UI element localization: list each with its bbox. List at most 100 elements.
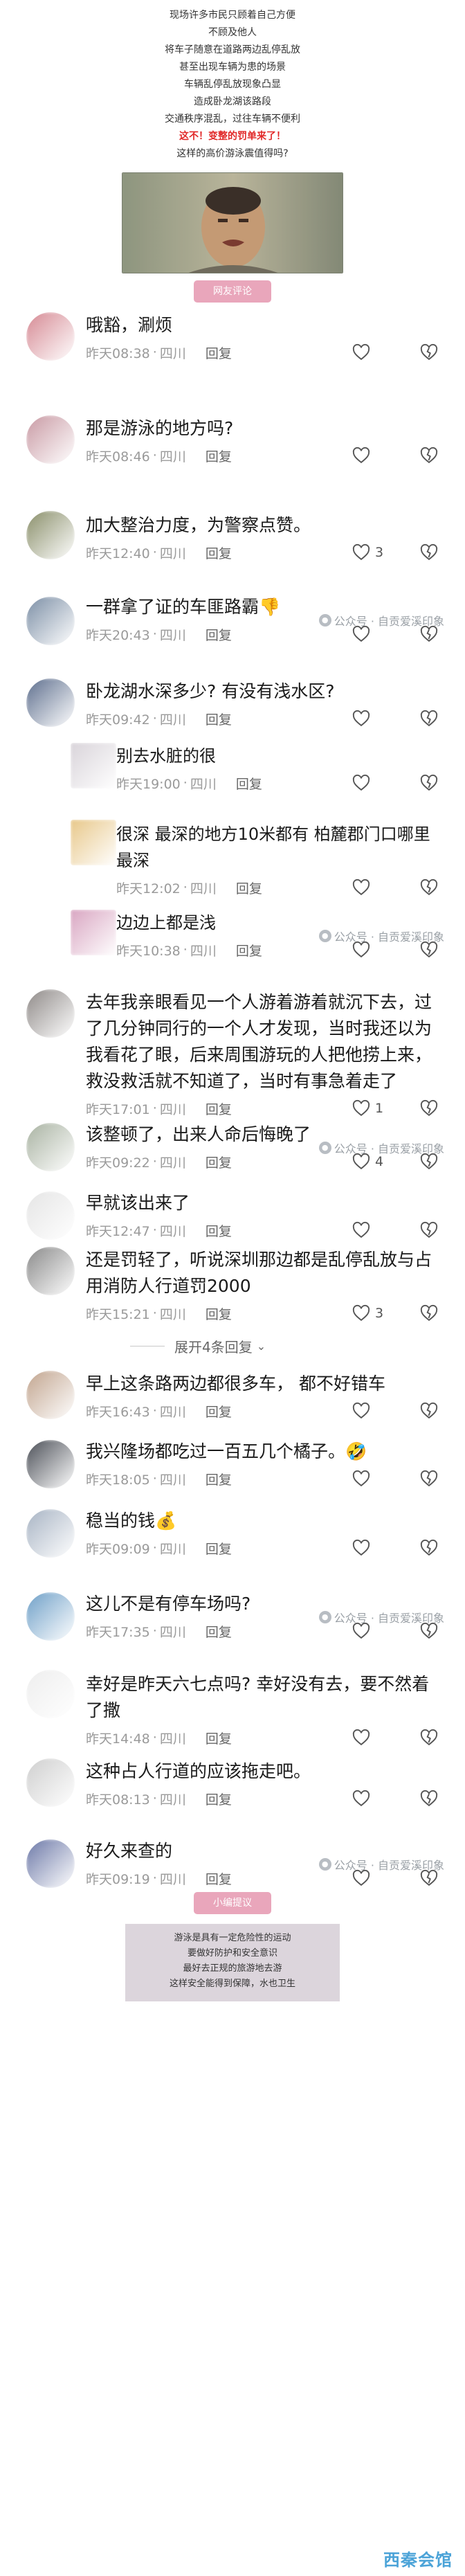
reply-button[interactable]: 回复	[206, 1869, 232, 1888]
dislike-button[interactable]	[419, 624, 439, 644]
avatar[interactable]	[71, 820, 116, 865]
reply-button[interactable]: 回复	[206, 1153, 232, 1171]
comment-time: 昨天09:42	[86, 712, 150, 728]
dislike-button[interactable]	[419, 1099, 439, 1118]
comment-location: 四川	[159, 1624, 186, 1640]
avatar[interactable]	[26, 511, 75, 559]
reply-button[interactable]: 回复	[236, 879, 262, 897]
editor-note: 游泳是具有一定危险性的运动 要做好防护和安全意识 最好去正规的旅游地去游 这样安全能得…	[125, 1924, 340, 2001]
comment-actions	[352, 1621, 439, 1641]
avatar[interactable]	[26, 1191, 75, 1240]
reply-button[interactable]: 回复	[206, 710, 232, 728]
dislike-button[interactable]	[419, 1621, 439, 1641]
like-button[interactable]: 3	[352, 1304, 393, 1323]
reply-button[interactable]: 回复	[206, 1729, 232, 1747]
reply-button[interactable]: 回复	[236, 774, 262, 793]
like-button[interactable]	[352, 1538, 393, 1558]
dislike-button[interactable]	[419, 1401, 439, 1421]
reply-button[interactable]: 回复	[206, 1622, 232, 1641]
reply-button[interactable]: 回复	[236, 941, 262, 960]
dislike-button[interactable]	[419, 1728, 439, 1747]
dislike-button[interactable]	[419, 1469, 439, 1488]
like-button[interactable]	[352, 940, 393, 960]
meta-separator: ·	[183, 880, 188, 895]
meta-separator: ·	[152, 1306, 157, 1321]
dislike-button[interactable]	[419, 773, 439, 793]
comment-meta: 昨天09:42 · 四川 回复	[86, 705, 232, 732]
footer-section: 小编提议 游泳是具有一定危险性的运动 要做好防护和安全意识 最好去正规的旅游地去游这…	[0, 1892, 465, 2001]
reply-button[interactable]: 回复	[206, 343, 232, 362]
comment-item: 早上这条路两边都很多车， 都不好错车 昨天16:43 · 四川 回复	[0, 1361, 465, 1430]
comment-actions	[352, 1469, 439, 1488]
dislike-button[interactable]	[419, 1868, 439, 1888]
dislike-button[interactable]	[419, 1789, 439, 1808]
like-button[interactable]	[352, 624, 393, 644]
avatar[interactable]	[26, 1592, 75, 1641]
like-button[interactable]: 3	[352, 543, 393, 562]
dislike-button[interactable]	[419, 709, 439, 728]
dislike-button[interactable]	[419, 446, 439, 465]
like-button[interactable]	[352, 878, 393, 897]
reply-button[interactable]: 回复	[206, 1402, 232, 1421]
comment-time: 昨天19:00	[116, 776, 181, 792]
comment-meta: 昨天14:48 · 四川 回复	[86, 1724, 232, 1751]
like-button[interactable]	[352, 1401, 393, 1421]
avatar[interactable]	[26, 1247, 75, 1295]
broken-heart-icon	[419, 446, 439, 465]
avatar[interactable]	[26, 597, 75, 645]
like-button[interactable]	[352, 1621, 393, 1641]
broken-heart-icon	[419, 878, 439, 897]
like-button[interactable]	[352, 1728, 393, 1747]
dislike-button[interactable]	[419, 543, 439, 562]
comment-item: 那是游泳的地方吗? 昨天08:46 · 四川 回复	[0, 406, 465, 501]
avatar[interactable]	[26, 312, 75, 361]
avatar[interactable]	[71, 910, 116, 955]
like-button[interactable]	[352, 773, 393, 793]
dislike-button[interactable]	[419, 1304, 439, 1323]
avatar[interactable]	[26, 1509, 75, 1558]
avatar[interactable]	[26, 1758, 75, 1807]
avatar[interactable]	[26, 1440, 75, 1488]
reply-button[interactable]: 回复	[206, 543, 232, 562]
avatar[interactable]	[26, 1371, 75, 1419]
reply-button[interactable]: 回复	[206, 1304, 232, 1323]
like-button[interactable]: 4	[352, 1152, 393, 1171]
comment-actions	[352, 773, 439, 793]
like-button[interactable]	[352, 1469, 393, 1488]
dislike-button[interactable]	[419, 1538, 439, 1558]
like-button[interactable]	[352, 446, 393, 465]
like-button[interactable]	[352, 1221, 393, 1240]
avatar[interactable]	[26, 1839, 75, 1888]
reply-button[interactable]: 回复	[206, 625, 232, 644]
dislike-button[interactable]	[419, 1152, 439, 1171]
reply-button[interactable]: 回复	[206, 1790, 232, 1808]
like-button[interactable]	[352, 1868, 393, 1888]
like-button[interactable]	[352, 1789, 393, 1808]
dislike-button[interactable]	[419, 1221, 439, 1240]
reply-button[interactable]: 回复	[206, 1539, 232, 1558]
dislike-button[interactable]	[419, 343, 439, 362]
avatar[interactable]	[26, 989, 75, 1038]
like-button[interactable]	[352, 343, 393, 362]
reply-button[interactable]: 回复	[206, 1470, 232, 1488]
avatar[interactable]	[26, 415, 75, 464]
like-button[interactable]: 1	[352, 1099, 393, 1118]
avatar[interactable]	[26, 1670, 75, 1718]
comment-text: 边边上都是浅	[116, 913, 216, 933]
dislike-button[interactable]	[419, 878, 439, 897]
dislike-button[interactable]	[419, 940, 439, 960]
heart-icon	[352, 1621, 371, 1641]
comment-text: 很深 最深的地方10米都有 柏麓郡门口哪里最深	[116, 825, 430, 870]
avatar[interactable]	[26, 678, 75, 727]
like-button[interactable]	[352, 709, 393, 728]
comment-item: 哦豁，涮烦 昨天08:38 · 四川 回复	[0, 303, 465, 406]
comment-time: 昨天10:38	[116, 943, 181, 959]
avatar[interactable]	[26, 1123, 75, 1171]
intro-section: 现场许多市民只顾着自己方便 不顾及他人 将车子随意在道路两边乱停乱放 甚至出现车辆为患…	[0, 0, 465, 303]
heart-icon	[352, 1221, 371, 1240]
heart-icon	[352, 878, 371, 897]
reply-button[interactable]: 回复	[206, 447, 232, 465]
avatar[interactable]	[71, 743, 116, 789]
comment-text: 该整顿了，出来人命后悔晚了	[86, 1124, 311, 1144]
expand-replies-button[interactable]: 展开4条回复 ⌄	[0, 1331, 465, 1361]
